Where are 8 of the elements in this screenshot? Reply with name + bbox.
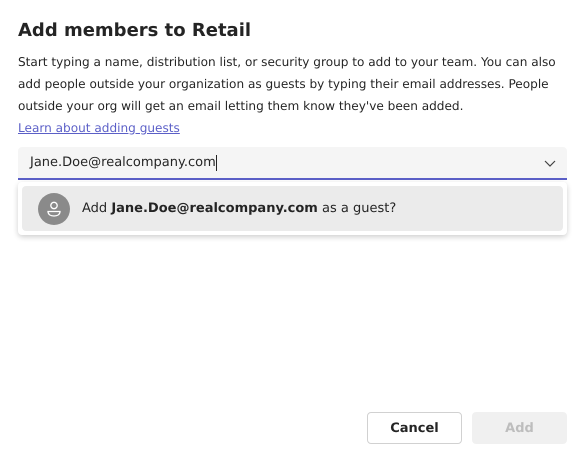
people-picker-field[interactable]: Jane.Doe@realcompany.com bbox=[18, 147, 567, 180]
description-text: Start typing a name, distribution list, or security group to add to your team. You can also add people outside your organization as guests by typing their email addresses. People outside your org will get an email letting them know they've been added. Learn about adding guests bbox=[18, 54, 557, 137]
suggestion-item[interactable]: Add Jane.Doe@realcompany.com as a guest? bbox=[22, 186, 563, 231]
learn-more-link[interactable]: Learn about adding guests bbox=[18, 121, 180, 135]
cancel-button[interactable]: Cancel bbox=[367, 412, 462, 444]
suggestion-text: Add Jane.Doe@realcompany.com as a guest? bbox=[82, 201, 396, 216]
dialog-title: Add members to Retail bbox=[18, 20, 252, 41]
person-avatar-icon bbox=[38, 192, 70, 224]
